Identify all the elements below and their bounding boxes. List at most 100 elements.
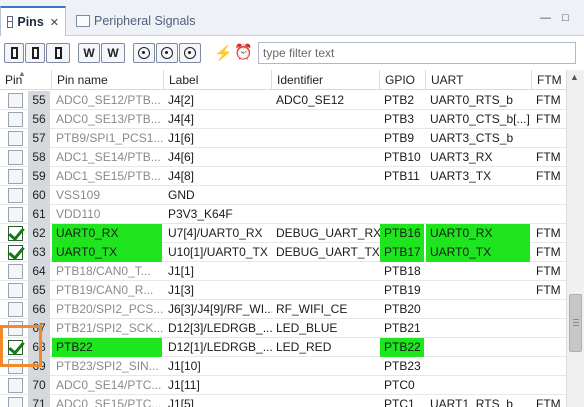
route-checkbox[interactable] [8, 207, 23, 222]
column-header-uart[interactable]: UART [426, 70, 532, 90]
filter-input[interactable] [258, 42, 576, 64]
scroll-up-arrow-icon[interactable]: ▲ [570, 72, 579, 82]
cell-label: D12[1]/LEDRGB_... [168, 340, 272, 354]
refresh-button[interactable] [179, 43, 201, 63]
cell-gpio: PTB2 [384, 93, 415, 107]
table-row[interactable]: 64 PTB18/CAN0_T... J1[1] PTB18 FTM [0, 262, 566, 281]
cell-gpio: PTB11 [384, 169, 420, 183]
table-row[interactable]: 67 PTB21/SPI2_SCK... D12[3]/LEDRGB_... LED_… [0, 319, 566, 338]
column-header-gpio[interactable]: GPIO [380, 70, 426, 90]
tab-pins[interactable]: Pins ✕ [0, 6, 66, 36]
cell-ftm: FTM [536, 264, 561, 278]
cell-label: J1[1] [168, 264, 195, 278]
scrollbar-thumb[interactable] [569, 294, 582, 352]
table-row[interactable]: 61 VDD110 P3V3_K64F [0, 205, 566, 224]
minimize-icon[interactable]: — [540, 12, 551, 24]
maximize-icon[interactable]: □ [562, 12, 569, 24]
route-checkbox[interactable] [8, 131, 23, 146]
route-checkbox[interactable] [8, 378, 23, 393]
table-row[interactable]: 59 ADC1_SE15/PTB... J4[8] PTB11 UART3_TX FTM [0, 167, 566, 186]
show-pins-alt-button[interactable] [25, 43, 45, 63]
route-checkbox[interactable] [8, 150, 23, 165]
column-header-ftm[interactable]: FTM [532, 70, 566, 90]
cell-uart: UART3_RX [430, 150, 493, 164]
cell-ftm: FTM [536, 283, 561, 297]
show-pins-button[interactable] [4, 43, 24, 63]
table-row[interactable]: 71 ADC0_SE15/PTC... J1[5] PTC1 UART1_RTS_b FT… [0, 395, 566, 407]
route-button[interactable]: W [78, 43, 100, 63]
route-checkbox[interactable] [8, 93, 23, 108]
column-header-label[interactable]: Label [164, 70, 272, 90]
cell-identifier: RF_WIFI_CE [276, 302, 348, 316]
table-row[interactable]: 66 PTB20/SPI2_PCS... J6[3]/J4[9]/RF_WI... R… [0, 300, 566, 319]
view-tab-bar: Pins ✕ Peripheral Signals — □ [0, 0, 584, 36]
cell-pin-number: 58 [28, 148, 50, 167]
collapse-button[interactable] [156, 43, 178, 63]
table-row[interactable]: 56 ADC0_SE13/PTB... J4[4] PTB3 UART0_CTS_b[.… [0, 110, 566, 129]
pin-bar-icon [31, 47, 39, 59]
route-checkbox[interactable] [8, 302, 23, 317]
cell-gpio: PTB10 [384, 150, 421, 164]
lightning-icon[interactable]: ⚡ [214, 44, 233, 62]
cell-ftm: FTM [536, 150, 561, 164]
cell-label: J4[6] [168, 150, 195, 164]
cell-label: P3V3_K64F [168, 207, 233, 221]
table-row[interactable]: 63 UART0_TX U10[1]/UART0_TX DEBUG_UART_TX PT… [0, 243, 566, 262]
cell-ftm: FTM [536, 397, 561, 407]
table-row[interactable]: 68 PTB22 D12[1]/LEDRGB_... LED_RED PTB22 [0, 338, 566, 357]
column-header-identifier[interactable]: Identifier [272, 70, 380, 90]
cell-ftm: FTM [536, 93, 561, 107]
sort-ascending-icon: ▲ [18, 70, 26, 78]
cell-pin-number: 66 [28, 300, 50, 319]
cell-gpio: PTB17 [380, 243, 424, 262]
route-checkbox[interactable] [8, 283, 23, 298]
table-header: ▲ Pin Pin name Label Identifier GPIO UAR… [0, 70, 584, 90]
cell-gpio: PTB22 [380, 338, 424, 357]
route-checkbox[interactable] [8, 112, 23, 127]
route-checkbox[interactable] [8, 226, 23, 241]
show-pins-alt2-button[interactable] [46, 43, 70, 63]
cell-identifier [272, 281, 380, 300]
route-alt-button[interactable]: W [101, 43, 125, 63]
table-row[interactable]: 70 ADC0_SE14/PTC... J1[11] PTC0 [0, 376, 566, 395]
cell-label: J1[11] [168, 378, 200, 392]
cell-pin-name: PTB9/SPI1_PCS1... [56, 131, 164, 145]
cell-pin-name: PTB19/CAN0_R... [56, 283, 154, 297]
cell-pin-number: 61 [28, 205, 50, 224]
cell-gpio: PTB21 [384, 321, 421, 335]
cell-gpio: PTB23 [384, 359, 421, 373]
cell-ftm [532, 129, 566, 148]
cell-pin-name: PTB20/SPI2_PCS... [56, 302, 164, 316]
column-header-pin-name[interactable]: Pin name [52, 70, 164, 90]
table-row[interactable]: 57 PTB9/SPI1_PCS1... J1[6] PTB9 UART3_CTS_b [0, 129, 566, 148]
cell-pin-number: 64 [28, 262, 50, 281]
tab-peripheral-signals[interactable]: Peripheral Signals [70, 6, 220, 36]
expand-button[interactable] [133, 43, 155, 63]
vertical-scrollbar[interactable]: ▲ [566, 70, 584, 407]
cell-ftm [532, 357, 566, 376]
cell-uart [426, 319, 532, 338]
cell-uart: UART0_RX [426, 224, 530, 243]
route-checkbox[interactable] [8, 245, 23, 260]
cell-identifier: ADC0_SE12 [276, 93, 345, 107]
cell-gpio: PTB16 [380, 224, 424, 243]
wave-alt-icon: W [107, 46, 119, 60]
table-row[interactable]: 55 ADC0_SE12/PTB... J4[2] ADC0_SE12 PTB2 UART… [0, 91, 566, 110]
alarm-clock-icon[interactable]: ⏰ [234, 43, 253, 61]
cell-gpio: PTB18 [384, 264, 421, 278]
route-checkbox[interactable] [8, 264, 23, 279]
cell-ftm [532, 300, 566, 319]
table-row[interactable]: 58 ADC1_SE14/PTB... J4[6] PTB10 UART3_RX FTM [0, 148, 566, 167]
column-header-pin[interactable]: ▲ Pin [0, 70, 52, 90]
table-grid-icon [7, 16, 14, 28]
table-row[interactable]: 60 VSS109 GND [0, 186, 566, 205]
close-icon[interactable]: ✕ [50, 16, 59, 29]
table-row[interactable]: 69 PTB23/SPI2_SIN... J1[10] PTB23 [0, 357, 566, 376]
tab-peripheral-signals-label: Peripheral Signals [94, 14, 196, 28]
route-checkbox[interactable] [8, 188, 23, 203]
route-checkbox[interactable] [8, 169, 23, 184]
cell-identifier [272, 186, 380, 205]
route-checkbox[interactable] [8, 397, 23, 407]
table-row[interactable]: 62 UART0_RX U7[4]/UART0_RX DEBUG_UART_RX PTB… [0, 224, 566, 243]
table-row[interactable]: 65 PTB19/CAN0_R... J1[3] PTB19 FTM [0, 281, 566, 300]
